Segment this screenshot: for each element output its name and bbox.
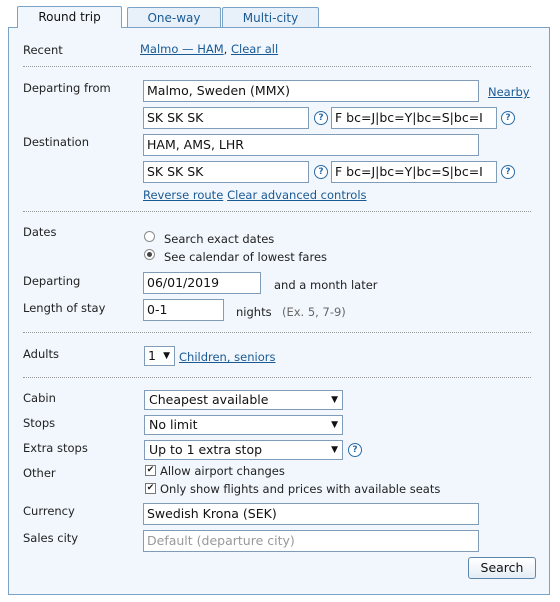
currency-input[interactable]: Swedish Krona (SEK) (143, 503, 479, 525)
help-icon[interactable]: ? (501, 165, 515, 179)
help-icon[interactable]: ? (314, 165, 328, 179)
recent-row: Malmo — HAM, Clear all (140, 42, 278, 56)
adults-value: 1 (148, 348, 156, 363)
currency-label: Currency (23, 504, 75, 518)
allow-airport-changes-label: Allow airport changes (160, 464, 285, 478)
extra-stops-value: Up to 1 extra stop (149, 442, 263, 457)
tab-multi-city[interactable]: Multi-city (222, 7, 319, 27)
adults-label: Adults (23, 347, 59, 361)
reverse-route-link[interactable]: Reverse route (143, 188, 223, 202)
search-button[interactable]: Search (468, 557, 536, 579)
chevron-down-icon: ▼ (331, 420, 338, 430)
length-of-stay-input[interactable]: 0-1 (143, 299, 224, 321)
available-seats-checkbox[interactable]: ✔ (145, 483, 156, 494)
destination-input[interactable]: HAM, AMS, LHR (143, 134, 479, 156)
destination-carriers-input[interactable]: SK SK SK (143, 161, 309, 183)
cabin-label: Cabin (23, 391, 56, 405)
children-seniors-link[interactable]: Children, seniors (179, 350, 275, 364)
help-icon[interactable]: ? (314, 111, 328, 125)
cabin-value: Cheapest available (149, 392, 269, 407)
other-label: Other (23, 466, 56, 480)
divider (23, 211, 531, 212)
divider (23, 66, 531, 67)
origin-input[interactable]: Malmo, Sweden (MMX) (143, 80, 479, 102)
help-icon[interactable]: ? (501, 111, 515, 125)
divider (23, 332, 531, 333)
chevron-down-icon: ▼ (331, 395, 338, 405)
clear-advanced-controls-link[interactable]: Clear advanced controls (227, 188, 366, 202)
exact-dates-label: Search exact dates (164, 232, 275, 246)
calendar-fares-radio[interactable] (144, 249, 155, 260)
length-of-stay-hint: (Ex. 5, 7-9) (282, 305, 346, 319)
adults-select[interactable]: 1 ▼ (144, 346, 175, 366)
tab-one-way[interactable]: One-way (127, 7, 221, 27)
route-links: Reverse route Clear advanced controls (143, 188, 367, 202)
stops-select[interactable]: No limit ▼ (144, 415, 343, 435)
dates-label: Dates (23, 225, 57, 239)
clear-all-link[interactable]: Clear all (231, 42, 278, 56)
stops-label: Stops (23, 416, 56, 430)
length-of-stay-label: Length of stay (23, 301, 106, 315)
destination-booking-codes-input[interactable]: F bc=J|bc=Y|bc=S|bc=I (331, 161, 497, 183)
exact-dates-radio[interactable] (144, 231, 155, 242)
nights-label: nights (236, 305, 272, 319)
search-form-panel: Recent Malmo — HAM, Clear all Departing … (8, 27, 550, 595)
cabin-select[interactable]: Cheapest available ▼ (144, 390, 343, 410)
recent-label: Recent (23, 43, 63, 57)
available-seats-label: Only show flights and prices with availa… (160, 482, 441, 496)
chevron-down-icon: ▼ (331, 445, 338, 455)
allow-airport-changes-checkbox[interactable]: ✔ (145, 465, 156, 476)
stops-value: No limit (149, 417, 198, 432)
tab-round-trip[interactable]: Round trip (17, 6, 122, 28)
extra-stops-label: Extra stops (23, 441, 88, 455)
departing-from-label: Departing from (23, 81, 111, 95)
divider (23, 377, 531, 378)
recent-separator: , (223, 42, 231, 56)
help-icon[interactable]: ? (348, 443, 362, 457)
departure-date-input[interactable]: 06/01/2019 (143, 272, 261, 294)
sales-city-label: Sales city (23, 531, 79, 545)
recent-route-link[interactable]: Malmo — HAM (140, 42, 224, 56)
calendar-fares-label: See calendar of lowest fares (164, 250, 328, 264)
nearby-link[interactable]: Nearby (488, 85, 530, 99)
origin-carriers-input[interactable]: SK SK SK (143, 107, 309, 129)
chevron-down-icon: ▼ (163, 351, 170, 361)
origin-booking-codes-input[interactable]: F bc=J|bc=Y|bc=S|bc=I (331, 107, 497, 129)
sales-city-input[interactable]: Default (departure city) (143, 530, 479, 552)
departing-range-text: and a month later (274, 278, 378, 292)
extra-stops-select[interactable]: Up to 1 extra stop ▼ (144, 440, 343, 460)
trip-type-tabs: Round trip One-way Multi-city (0, 0, 560, 28)
destination-label: Destination (23, 135, 89, 149)
departing-label: Departing (23, 274, 81, 288)
